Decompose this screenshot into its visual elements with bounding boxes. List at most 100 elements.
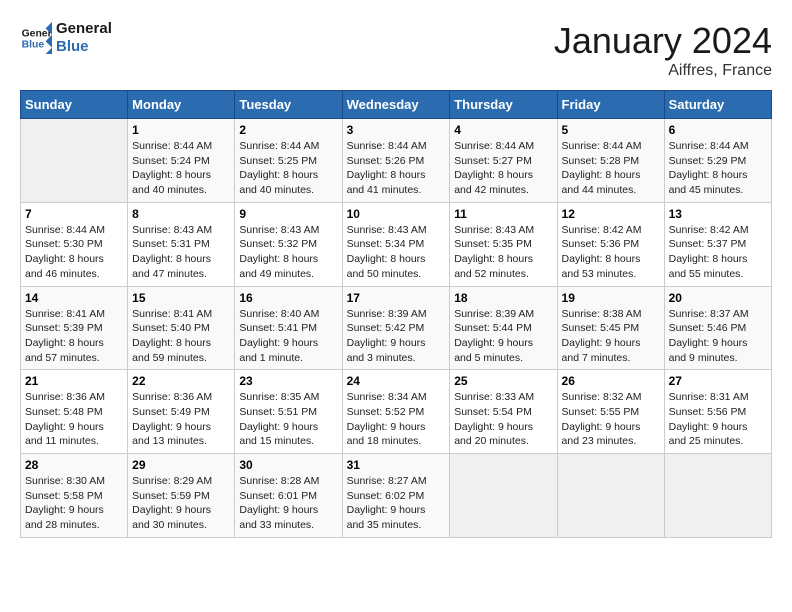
daylight-text: Daylight: 9 hours and 15 minutes. (239, 421, 318, 448)
calendar-cell: 25 Sunrise: 8:33 AM Sunset: 5:54 PM Dayl… (450, 370, 557, 454)
day-number: 9 (239, 207, 337, 221)
sunrise-text: Sunrise: 8:42 AM (669, 224, 749, 236)
calendar-cell: 18 Sunrise: 8:39 AM Sunset: 5:44 PM Dayl… (450, 286, 557, 370)
sunrise-text: Sunrise: 8:39 AM (454, 308, 534, 320)
day-info: Sunrise: 8:44 AM Sunset: 5:29 PM Dayligh… (669, 139, 767, 198)
day-number: 27 (669, 374, 767, 388)
sunset-text: Sunset: 5:55 PM (562, 406, 640, 418)
calendar-cell: 28 Sunrise: 8:30 AM Sunset: 5:58 PM Dayl… (21, 454, 128, 538)
day-info: Sunrise: 8:28 AM Sunset: 6:01 PM Dayligh… (239, 474, 337, 533)
calendar-cell: 20 Sunrise: 8:37 AM Sunset: 5:46 PM Dayl… (664, 286, 771, 370)
calendar-week-row: 1 Sunrise: 8:44 AM Sunset: 5:24 PM Dayli… (21, 119, 772, 203)
calendar-cell: 7 Sunrise: 8:44 AM Sunset: 5:30 PM Dayli… (21, 202, 128, 286)
calendar-cell: 19 Sunrise: 8:38 AM Sunset: 5:45 PM Dayl… (557, 286, 664, 370)
day-info: Sunrise: 8:40 AM Sunset: 5:41 PM Dayligh… (239, 307, 337, 366)
sunrise-text: Sunrise: 8:42 AM (562, 224, 642, 236)
sunset-text: Sunset: 5:58 PM (25, 490, 103, 502)
month-title: January 2024 (554, 20, 772, 62)
day-number: 6 (669, 123, 767, 137)
day-number: 30 (239, 458, 337, 472)
day-info: Sunrise: 8:44 AM Sunset: 5:30 PM Dayligh… (25, 223, 123, 282)
sunrise-text: Sunrise: 8:36 AM (132, 391, 212, 403)
sunrise-text: Sunrise: 8:44 AM (25, 224, 105, 236)
day-number: 31 (347, 458, 446, 472)
day-info: Sunrise: 8:36 AM Sunset: 5:49 PM Dayligh… (132, 390, 230, 449)
calendar-cell: 2 Sunrise: 8:44 AM Sunset: 5:25 PM Dayli… (235, 119, 342, 203)
calendar-cell: 5 Sunrise: 8:44 AM Sunset: 5:28 PM Dayli… (557, 119, 664, 203)
sunrise-text: Sunrise: 8:35 AM (239, 391, 319, 403)
sunset-text: Sunset: 5:39 PM (25, 322, 103, 334)
sunset-text: Sunset: 6:02 PM (347, 490, 425, 502)
day-info: Sunrise: 8:27 AM Sunset: 6:02 PM Dayligh… (347, 474, 446, 533)
day-number: 12 (562, 207, 660, 221)
day-number: 22 (132, 374, 230, 388)
daylight-text: Daylight: 8 hours and 49 minutes. (239, 253, 318, 280)
day-info: Sunrise: 8:43 AM Sunset: 5:31 PM Dayligh… (132, 223, 230, 282)
calendar-cell: 27 Sunrise: 8:31 AM Sunset: 5:56 PM Dayl… (664, 370, 771, 454)
daylight-text: Daylight: 8 hours and 47 minutes. (132, 253, 211, 280)
sunrise-text: Sunrise: 8:27 AM (347, 475, 427, 487)
daylight-text: Daylight: 9 hours and 20 minutes. (454, 421, 533, 448)
daylight-text: Daylight: 9 hours and 1 minute. (239, 337, 318, 364)
calendar-cell (450, 454, 557, 538)
daylight-text: Daylight: 9 hours and 13 minutes. (132, 421, 211, 448)
day-info: Sunrise: 8:43 AM Sunset: 5:35 PM Dayligh… (454, 223, 552, 282)
day-info: Sunrise: 8:33 AM Sunset: 5:54 PM Dayligh… (454, 390, 552, 449)
daylight-text: Daylight: 9 hours and 28 minutes. (25, 504, 104, 531)
day-number: 11 (454, 207, 552, 221)
day-number: 29 (132, 458, 230, 472)
day-number: 1 (132, 123, 230, 137)
day-number: 2 (239, 123, 337, 137)
daylight-text: Daylight: 9 hours and 5 minutes. (454, 337, 533, 364)
calendar-cell: 21 Sunrise: 8:36 AM Sunset: 5:48 PM Dayl… (21, 370, 128, 454)
sunset-text: Sunset: 5:30 PM (25, 238, 103, 250)
calendar-cell: 31 Sunrise: 8:27 AM Sunset: 6:02 PM Dayl… (342, 454, 450, 538)
day-info: Sunrise: 8:41 AM Sunset: 5:39 PM Dayligh… (25, 307, 123, 366)
calendar-cell: 3 Sunrise: 8:44 AM Sunset: 5:26 PM Dayli… (342, 119, 450, 203)
sunset-text: Sunset: 5:45 PM (562, 322, 640, 334)
sunrise-text: Sunrise: 8:44 AM (562, 140, 642, 152)
daylight-text: Daylight: 8 hours and 52 minutes. (454, 253, 533, 280)
calendar-cell (557, 454, 664, 538)
weekday-header-friday: Friday (557, 91, 664, 119)
sunrise-text: Sunrise: 8:44 AM (454, 140, 534, 152)
calendar-cell: 29 Sunrise: 8:29 AM Sunset: 5:59 PM Dayl… (128, 454, 235, 538)
sunset-text: Sunset: 5:37 PM (669, 238, 747, 250)
daylight-text: Daylight: 8 hours and 45 minutes. (669, 169, 748, 196)
daylight-text: Daylight: 9 hours and 9 minutes. (669, 337, 748, 364)
sunset-text: Sunset: 5:25 PM (239, 155, 317, 167)
sunset-text: Sunset: 5:24 PM (132, 155, 210, 167)
day-info: Sunrise: 8:42 AM Sunset: 5:37 PM Dayligh… (669, 223, 767, 282)
calendar-cell: 15 Sunrise: 8:41 AM Sunset: 5:40 PM Dayl… (128, 286, 235, 370)
day-info: Sunrise: 8:34 AM Sunset: 5:52 PM Dayligh… (347, 390, 446, 449)
daylight-text: Daylight: 8 hours and 50 minutes. (347, 253, 426, 280)
title-area: January 2024 Aiffres, France (554, 20, 772, 80)
day-info: Sunrise: 8:32 AM Sunset: 5:55 PM Dayligh… (562, 390, 660, 449)
sunset-text: Sunset: 5:34 PM (347, 238, 425, 250)
sunset-text: Sunset: 5:35 PM (454, 238, 532, 250)
weekday-header-thursday: Thursday (450, 91, 557, 119)
calendar-cell: 13 Sunrise: 8:42 AM Sunset: 5:37 PM Dayl… (664, 202, 771, 286)
weekday-header-wednesday: Wednesday (342, 91, 450, 119)
weekday-header-row: SundayMondayTuesdayWednesdayThursdayFrid… (21, 91, 772, 119)
page-header: General Blue General Blue January 2024 A… (20, 20, 772, 80)
sunset-text: Sunset: 5:42 PM (347, 322, 425, 334)
sunset-text: Sunset: 5:54 PM (454, 406, 532, 418)
sunrise-text: Sunrise: 8:43 AM (454, 224, 534, 236)
sunset-text: Sunset: 5:52 PM (347, 406, 425, 418)
day-info: Sunrise: 8:38 AM Sunset: 5:45 PM Dayligh… (562, 307, 660, 366)
sunset-text: Sunset: 5:28 PM (562, 155, 640, 167)
calendar-week-row: 7 Sunrise: 8:44 AM Sunset: 5:30 PM Dayli… (21, 202, 772, 286)
sunrise-text: Sunrise: 8:43 AM (239, 224, 319, 236)
sunset-text: Sunset: 5:46 PM (669, 322, 747, 334)
sunset-text: Sunset: 5:48 PM (25, 406, 103, 418)
sunset-text: Sunset: 5:49 PM (132, 406, 210, 418)
day-info: Sunrise: 8:44 AM Sunset: 5:25 PM Dayligh… (239, 139, 337, 198)
sunset-text: Sunset: 5:26 PM (347, 155, 425, 167)
day-info: Sunrise: 8:44 AM Sunset: 5:26 PM Dayligh… (347, 139, 446, 198)
calendar-week-row: 21 Sunrise: 8:36 AM Sunset: 5:48 PM Dayl… (21, 370, 772, 454)
weekday-header-saturday: Saturday (664, 91, 771, 119)
day-info: Sunrise: 8:42 AM Sunset: 5:36 PM Dayligh… (562, 223, 660, 282)
daylight-text: Daylight: 9 hours and 18 minutes. (347, 421, 426, 448)
daylight-text: Daylight: 9 hours and 33 minutes. (239, 504, 318, 531)
